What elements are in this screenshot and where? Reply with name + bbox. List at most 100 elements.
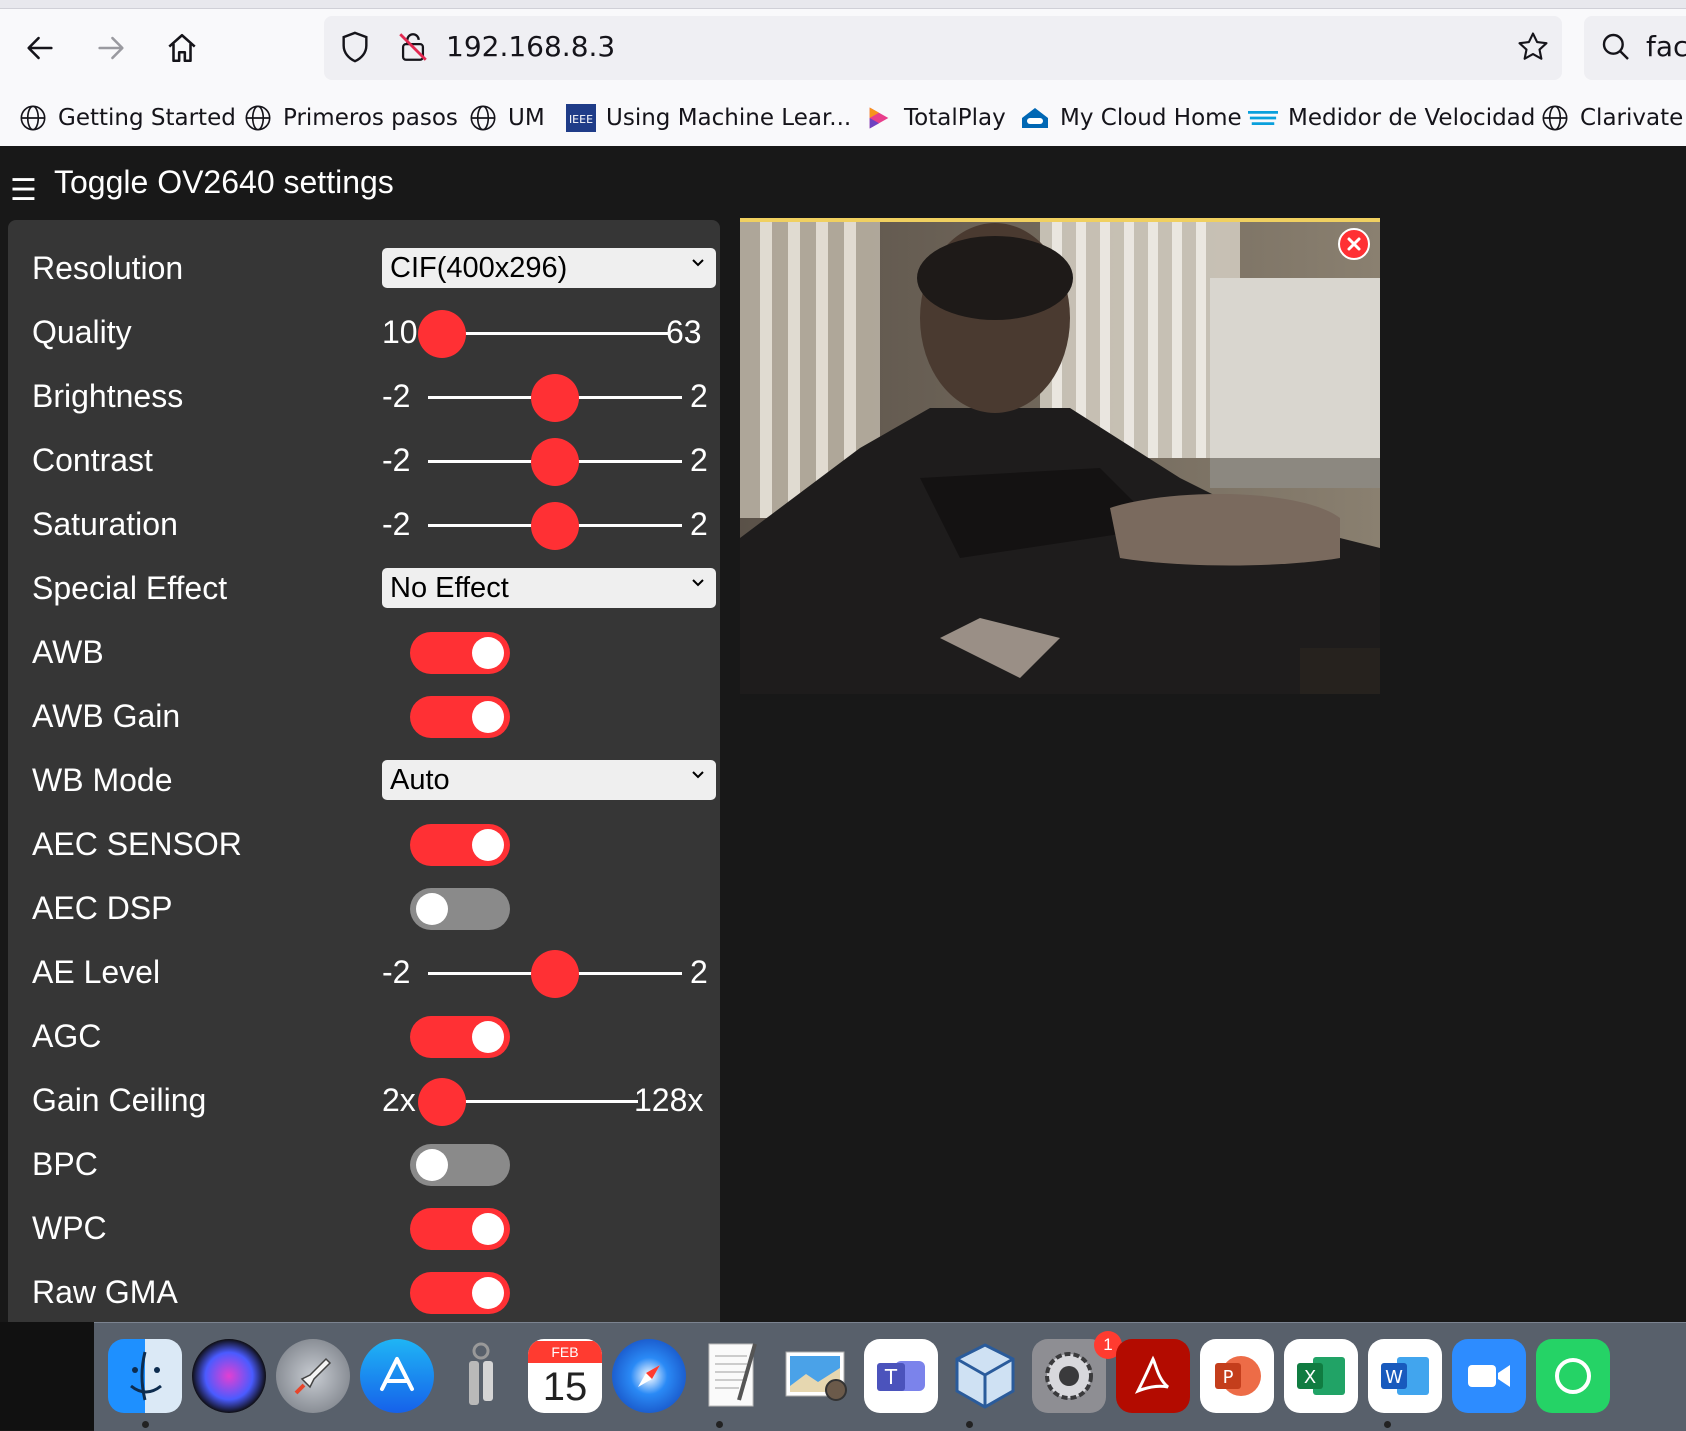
settings-panel: Resolution CIF(400x296) Quality 10 63 Br… [8, 220, 720, 1322]
word-icon[interactable]: W [1368, 1339, 1442, 1413]
aec-dsp-label: AEC DSP [32, 890, 173, 926]
brightness-row: Brightness -2 2 [24, 372, 714, 422]
quality-slider-thumb[interactable] [418, 310, 466, 358]
agc-label: AGC [32, 1018, 102, 1054]
bookmark-label: Primeros pasos [283, 105, 458, 131]
brightness-label: Brightness [32, 378, 184, 414]
forward-button[interactable] [87, 24, 135, 72]
bookmark-medidor-de-velocidad[interactable]: Medidor de Velocidad [1248, 96, 1535, 140]
wb-mode-label: WB Mode [32, 762, 173, 798]
brightness-min: -2 [382, 378, 411, 414]
aec-sensor-row: AEC SENSOR [24, 820, 714, 868]
keychain-icon[interactable] [444, 1339, 518, 1413]
agc-toggle[interactable] [410, 1016, 510, 1058]
bpc-label: BPC [32, 1146, 98, 1182]
preview-icon[interactable] [780, 1339, 854, 1413]
safari-icon[interactable] [612, 1339, 686, 1413]
raw-gma-row: Raw GMA [24, 1268, 714, 1316]
gain-ceiling-min: 2x [382, 1082, 416, 1118]
awb-toggle[interactable] [410, 632, 510, 674]
close-stream-button[interactable] [1338, 228, 1370, 260]
calendar-month: FEB [528, 1341, 602, 1363]
special-effect-select[interactable]: No Effect [382, 568, 716, 608]
bookmark-label: Getting Started [58, 105, 236, 131]
svg-text:IEEE: IEEE [569, 113, 593, 126]
address-bar[interactable]: 192.168.8.3 [324, 16, 1562, 80]
gain-ceiling-slider-thumb[interactable] [418, 1078, 466, 1126]
gain-ceiling-max: 128x [634, 1082, 704, 1118]
url-text[interactable]: 192.168.8.3 [446, 30, 615, 63]
teams-icon[interactable]: T [864, 1339, 938, 1413]
chevron-down-icon [692, 579, 704, 587]
special-effect-row: Special Effect No Effect [24, 564, 716, 612]
bookmark-totalplay[interactable]: TotalPlay [864, 96, 1006, 140]
tab-strip [0, 0, 1686, 9]
toggle-knob [472, 1213, 504, 1245]
awb-gain-toggle[interactable] [410, 696, 510, 738]
search-input[interactable]: fac [1646, 30, 1686, 63]
bookmark-um[interactable]: UM [468, 96, 545, 140]
app-store-icon[interactable] [360, 1339, 434, 1413]
running-indicator [142, 1421, 149, 1428]
svg-text:P: P [1223, 1367, 1234, 1388]
raw-gma-toggle[interactable] [410, 1272, 510, 1314]
contrast-slider-thumb[interactable] [531, 438, 579, 486]
textedit-icon[interactable] [696, 1339, 770, 1413]
toggle-knob [416, 1149, 448, 1181]
globe-icon [468, 103, 498, 133]
quality-row: Quality 10 63 [24, 308, 714, 358]
hamburger-icon[interactable]: ☰ [10, 176, 37, 206]
virtualbox-icon[interactable] [948, 1339, 1022, 1413]
powerpoint-icon[interactable]: P [1200, 1339, 1274, 1413]
chevron-down-icon [692, 771, 704, 779]
bookmark-star-icon[interactable] [1516, 30, 1550, 64]
bookmark-getting-started[interactable]: Getting Started [18, 96, 236, 140]
shield-icon[interactable] [338, 30, 372, 64]
launchpad-icon[interactable] [276, 1339, 350, 1413]
ae-level-slider-thumb[interactable] [531, 950, 579, 998]
aec-sensor-toggle[interactable] [410, 824, 510, 866]
resolution-select[interactable]: CIF(400x296) [382, 248, 716, 288]
quality-slider-track[interactable] [442, 332, 670, 335]
whatsapp-icon[interactable] [1536, 1339, 1610, 1413]
quality-max: 63 [666, 314, 702, 350]
back-button[interactable] [16, 24, 64, 72]
brightness-slider-thumb[interactable] [531, 374, 579, 422]
contrast-max: 2 [690, 442, 708, 478]
speedtest-icon [1248, 103, 1278, 133]
bpc-toggle[interactable] [410, 1144, 510, 1186]
saturation-slider-thumb[interactable] [531, 502, 579, 550]
search-box[interactable]: fac [1584, 16, 1686, 80]
home-button[interactable] [158, 24, 206, 72]
gain-ceiling-slider-track[interactable] [442, 1100, 638, 1103]
bookmark-using-machine-learning[interactable]: IEEE Using Machine Lear... [566, 96, 851, 140]
wpc-toggle[interactable] [410, 1208, 510, 1250]
excel-icon[interactable]: X [1284, 1339, 1358, 1413]
aec-dsp-toggle[interactable] [410, 888, 510, 930]
wpc-label: WPC [32, 1210, 107, 1246]
finder-icon[interactable] [108, 1339, 182, 1413]
toggle-settings-label[interactable]: Toggle OV2640 settings [54, 164, 394, 201]
siri-icon[interactable] [192, 1339, 266, 1413]
toggle-knob [472, 1277, 504, 1309]
saturation-label: Saturation [32, 506, 178, 542]
bookmark-label: UM [508, 105, 545, 131]
awb-gain-label: AWB Gain [32, 698, 181, 734]
bookmark-label: My Cloud Home [1060, 105, 1242, 131]
resolution-row: Resolution CIF(400x296) [24, 244, 716, 292]
gain-ceiling-label: Gain Ceiling [32, 1082, 207, 1118]
insecure-lock-icon[interactable] [396, 30, 430, 64]
acrobat-icon[interactable] [1116, 1339, 1190, 1413]
globe-icon [18, 103, 48, 133]
bookmark-my-cloud-home[interactable]: My Cloud Home [1020, 96, 1242, 140]
zoom-icon[interactable] [1452, 1339, 1526, 1413]
special-effect-label: Special Effect [32, 570, 228, 606]
wb-mode-select[interactable]: Auto [382, 760, 716, 800]
browser-toolbar: 192.168.8.3 fac Getting Started Primeros… [0, 0, 1686, 147]
bookmark-primeros-pasos[interactable]: Primeros pasos [243, 96, 458, 140]
running-indicator [1384, 1421, 1391, 1428]
calendar-icon[interactable]: FEB 15 [528, 1339, 602, 1413]
bpc-row: BPC [24, 1140, 714, 1188]
awb-gain-row: AWB Gain [24, 692, 714, 740]
bookmark-clarivate[interactable]: Clarivate [1540, 96, 1683, 140]
